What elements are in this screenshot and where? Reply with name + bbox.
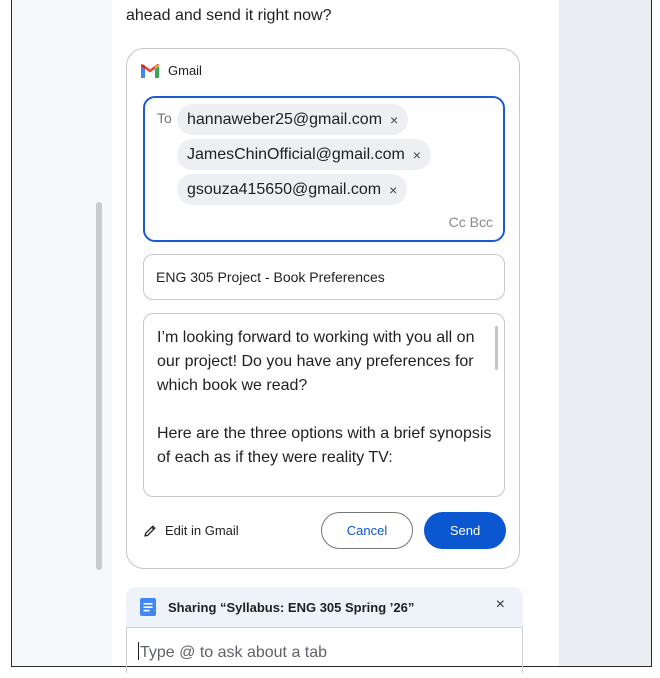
pencil-icon [144,525,156,537]
assistant-message-text: ahead and send it right now? [126,7,332,24]
message-body-field[interactable]: I’m looking forward to working with you … [143,313,505,497]
remove-recipient-icon[interactable]: × [413,147,421,163]
recipient-email: JamesChinOfficial@gmail.com [187,145,405,163]
edit-in-gmail-button[interactable]: Edit in Gmail [143,523,239,538]
left-pane [12,0,112,666]
gmail-title: Gmail [168,63,202,78]
send-button[interactable]: Send [424,512,506,549]
edit-in-gmail-label: Edit in Gmail [165,523,239,538]
gmail-draft-card: Gmail To hannaweber25@gmail.com × JamesC… [126,48,520,569]
to-label: To [157,110,172,126]
message-body-text: I’m looking forward to working with you … [157,329,492,466]
chat-input[interactable]: Type @ to ask about a tab [126,627,523,673]
sharing-banner: Sharing “Syllabus: ENG 305 Spring ’26” × [126,587,523,627]
to-field[interactable]: To hannaweber25@gmail.com × JamesChinOff… [143,96,505,242]
subject-field[interactable]: ENG 305 Project - Book Preferences [143,254,505,300]
right-pane [559,0,651,666]
text-caret [138,642,139,660]
remove-recipient-icon[interactable]: × [389,182,397,198]
message-body-scrollbar[interactable] [495,326,498,370]
recipient-email: hannaweber25@gmail.com [187,110,383,128]
google-docs-icon [140,598,156,616]
cancel-button[interactable]: Cancel [321,512,413,549]
sharing-label: Sharing “Syllabus: ENG 305 Spring ’26” [168,599,415,615]
cc-bcc-link[interactable]: Cc Bcc [449,214,493,230]
gmail-header: Gmail [141,63,202,78]
gmail-logo-icon [141,63,159,78]
recipient-chip[interactable]: JamesChinOfficial@gmail.com × [177,139,431,170]
recipient-chip[interactable]: hannaweber25@gmail.com × [177,104,409,135]
recipient-chip[interactable]: gsouza415650@gmail.com × [177,174,408,205]
left-scrollbar[interactable] [96,202,102,570]
recipient-email: gsouza415650@gmail.com [187,180,382,198]
close-icon[interactable]: × [496,596,505,614]
remove-recipient-icon[interactable]: × [390,112,398,128]
chat-input-placeholder: Type @ to ask about a tab [140,644,328,661]
